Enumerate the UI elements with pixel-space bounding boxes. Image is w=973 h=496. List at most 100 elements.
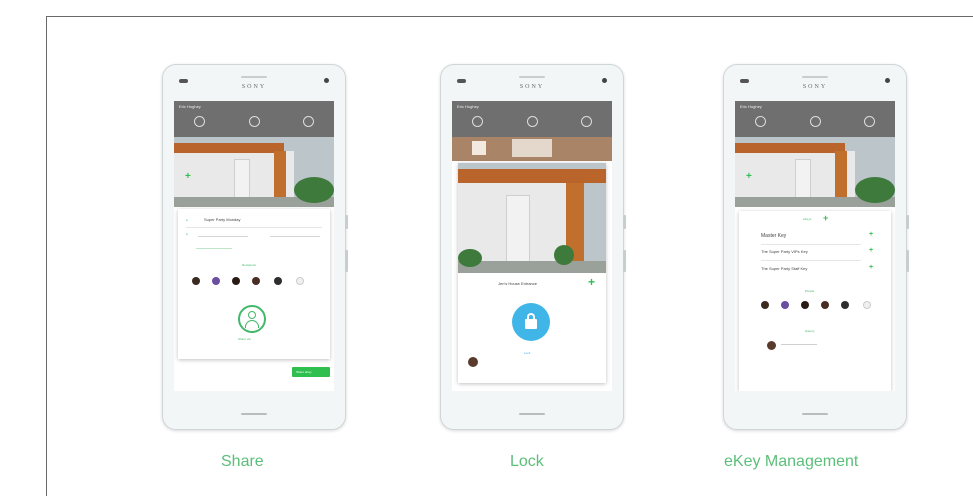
side-button [623,250,626,272]
earpiece [802,76,828,78]
add-person-avatar[interactable] [296,277,304,285]
earpiece [241,76,267,78]
home-bar [802,413,828,415]
photo-ground [458,261,606,273]
add-person-avatar[interactable] [863,301,871,309]
screen-ekey: Eric Hughey + eKeys + Master Key + The S… [735,101,895,391]
nav-lock-icon[interactable] [527,116,538,127]
nav-settings-icon[interactable] [303,116,314,127]
plus-icon[interactable]: + [746,171,752,182]
photo-window [472,141,486,155]
app-bar: Eric Hughey [174,101,334,137]
camera [885,78,890,83]
photo-plant [554,245,574,265]
share-via-label: Share via [238,337,251,341]
avatar[interactable] [801,301,809,309]
divider [761,260,861,261]
house-photo [458,163,606,273]
avatar[interactable] [232,277,240,285]
photo-pillar [274,151,286,201]
side-button [906,215,909,229]
nav-key-icon[interactable] [472,116,483,127]
phone-lock: SONY Eric Hughey Jen's House Entrance + … [440,64,626,430]
phone-brand: SONY [519,84,545,90]
add-ekey-icon[interactable]: + [823,213,828,223]
side-button [345,250,348,272]
app-title: Eric Hughey [179,104,201,109]
ekey-add-icon[interactable]: + [869,231,873,238]
house-photo [735,137,895,207]
photo-strip [452,137,612,161]
ekey-add-icon[interactable]: + [869,264,873,271]
photo-plant [294,177,334,203]
avatar[interactable] [781,301,789,309]
avatar[interactable] [252,277,260,285]
avatar[interactable] [192,277,200,285]
phone-brand: SONY [241,84,267,90]
avatar[interactable] [274,277,282,285]
phone-brand: SONY [802,84,828,90]
person-icon[interactable] [238,305,266,333]
ekey-name[interactable]: The Super Party VIPs Key [761,249,808,254]
divider [186,227,322,228]
lock-card: Jen's House Entrance + Lock [458,163,606,383]
lock-button[interactable] [512,303,550,341]
from-field[interactable] [198,236,248,237]
avatar[interactable] [212,277,220,285]
phone-ekey: SONY Eric Hughey + eKeys + Master Key + … [723,64,909,430]
photo-door [506,195,530,263]
avatar[interactable] [821,301,829,309]
photo-roof [735,143,845,153]
share-fab[interactable]: Share eKey [292,367,330,377]
photo-pillar [835,151,847,201]
side-button [345,215,348,229]
history-entry [781,344,817,345]
phone-share: SONY Eric Hughey + Super Party Monday ● … [162,64,348,430]
home-bar [519,413,545,415]
speaker [740,79,749,83]
side-button [906,250,909,272]
screen-share: Eric Hughey + Super Party Monday ● ● Rec… [174,101,334,391]
nav-lock-icon[interactable] [249,116,260,127]
caption-lock: Lock [510,453,544,470]
nav-lock-icon[interactable] [810,116,821,127]
app-title: Eric Hughey [740,104,762,109]
speaker [179,79,188,83]
photo-plant [855,177,895,203]
ekeys-heading: eKeys [803,217,812,221]
calendar-icon: ● [186,232,188,236]
avatar[interactable] [761,301,769,309]
app-bar: Eric Hughey [735,101,895,137]
plus-icon[interactable]: + [185,171,191,182]
ekey-name[interactable]: The Super Party Staff Key [761,266,807,271]
nav-key-icon[interactable] [194,116,205,127]
screen-lock: Eric Hughey Jen's House Entrance + Lock [452,101,612,391]
ekey-add-icon[interactable]: + [869,247,873,254]
person-icon-body [245,320,259,328]
nav-settings-icon[interactable] [581,116,592,127]
caption-share: Share [221,453,264,470]
photo-window [512,139,552,157]
nav-settings-icon[interactable] [864,116,875,127]
key-name: Super Party Monday [204,217,241,222]
photo-door [234,159,250,199]
to-field[interactable] [270,236,320,237]
camera [602,78,607,83]
photo-roof [174,143,284,153]
photo-roof [458,169,606,183]
lock-icon-shackle [527,313,535,321]
recipients-heading: Recipients [242,263,257,267]
nav-key-icon[interactable] [755,116,766,127]
history-heading: History [805,329,815,333]
earpiece [519,76,545,78]
photo-door [795,159,811,199]
options-link[interactable] [196,248,232,249]
avatar [767,341,776,350]
avatar[interactable] [468,357,478,367]
avatar[interactable] [841,301,849,309]
ekey-name[interactable]: Master Key [761,233,786,239]
caption-ekey-management: eKey Management [724,453,859,470]
plus-icon[interactable]: + [588,275,595,289]
house-photo [174,137,334,207]
camera [324,78,329,83]
